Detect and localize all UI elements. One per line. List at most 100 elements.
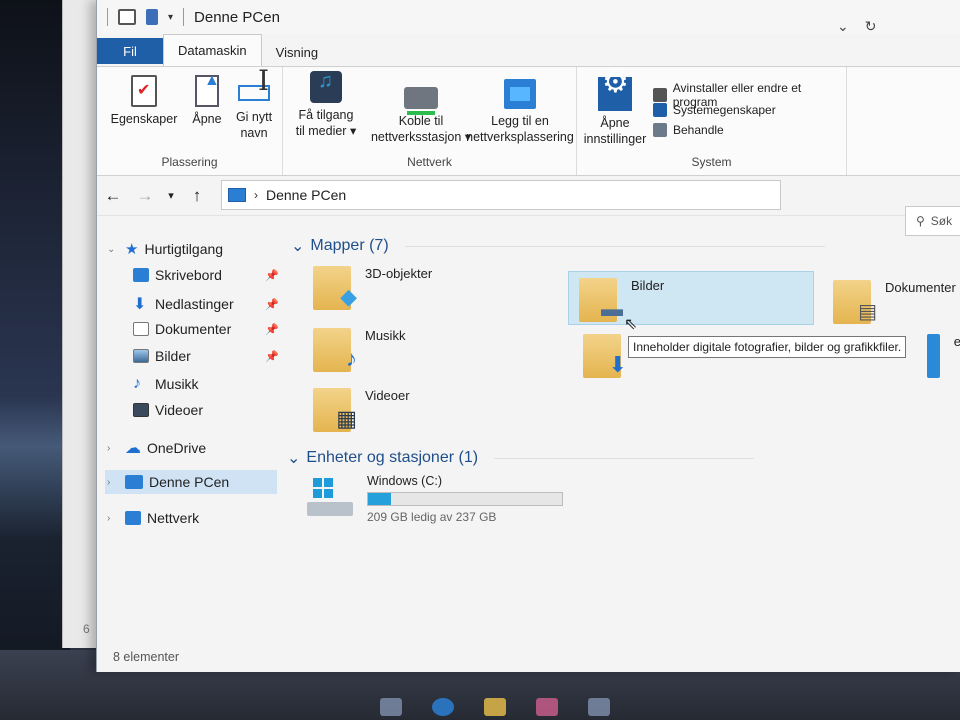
mouse-cursor-icon: ⇖: [624, 316, 638, 333]
pin-icon[interactable]: 📌: [265, 298, 279, 311]
sidebar-item-label: Skrivebord: [155, 267, 222, 283]
expand-icon[interactable]: ›: [107, 443, 119, 454]
folder-dokumenter[interactable]: ▤ Dokumenter: [833, 280, 960, 324]
sidebar-item-nedlastinger[interactable]: ⬇ Nedlastinger 📌: [133, 294, 283, 314]
edge-icon[interactable]: [432, 698, 454, 716]
sidebar-item-label: Bilder: [155, 348, 191, 364]
expand-icon[interactable]: ›: [107, 513, 119, 524]
sidebar-item-musikk[interactable]: ♪ Musikk: [133, 375, 199, 393]
store-icon[interactable]: [536, 698, 558, 716]
drive-name: Windows (C:): [367, 474, 443, 488]
folder-nedlastinger[interactable]: ⬇: [583, 334, 627, 378]
folders-header[interactable]: ⌄ Mapper (7): [291, 236, 825, 256]
sidebar-item-this-pc[interactable]: › Denne PCen: [105, 470, 277, 494]
sidebar-item-dokumenter[interactable]: Dokumenter 📌: [133, 321, 283, 337]
folder-label: Dokumenter: [885, 280, 956, 295]
folder-bilder[interactable]: ▬ Bilder: [568, 271, 814, 325]
collapse-icon[interactable]: ⌄: [107, 244, 119, 255]
navigation-pane: ⌄ ★ Hurtigtilgang Skrivebord 📌 ⬇ Nedlast…: [97, 236, 279, 636]
ribbon: Egenskaper Åpne Gi nytt navn Plassering …: [97, 66, 960, 176]
manage-button[interactable]: Behandle: [653, 123, 724, 137]
sidebar-item-bilder[interactable]: Bilder 📌: [133, 348, 283, 364]
add-network-location-button[interactable]: Legg til en nettverksplassering: [463, 79, 577, 145]
tab-datamaskin[interactable]: Datamaskin: [163, 34, 262, 66]
breadcrumb-separator-icon[interactable]: ›: [254, 188, 258, 202]
pin-icon[interactable]: 📌: [265, 323, 279, 336]
video-icon: [133, 403, 149, 417]
mail-icon[interactable]: [588, 698, 610, 716]
background-window-text: 6: [83, 622, 90, 636]
divider: [404, 245, 825, 247]
rename-label: Gi nytt: [235, 110, 273, 124]
drive-info: Windows (C:) 209 GB ledig av 237 GB: [367, 474, 563, 524]
refresh-icon[interactable]: ↻: [865, 18, 877, 35]
open-settings-button[interactable]: Åpne innstillinger: [583, 75, 647, 147]
cube-icon: ◆: [340, 284, 357, 309]
pictures-icon: [133, 349, 149, 363]
document-icon: [133, 322, 149, 336]
content-pane: ⌄ Mapper (7) ◆ 3D-objekter ▬ Bilder ▤ Do…: [287, 236, 960, 656]
collapse-icon[interactable]: ⌄: [291, 236, 304, 256]
sidebar-item-label: Nettverk: [147, 510, 200, 526]
up-arrow-icon[interactable]: ↑: [181, 186, 213, 206]
collapse-icon[interactable]: ⌄: [287, 448, 300, 468]
folder-label: ebord: [954, 334, 960, 349]
media-access-label-2: til medier ▾: [295, 124, 357, 138]
expand-icon[interactable]: ›: [107, 477, 119, 488]
music-note-icon: ♪: [346, 346, 357, 371]
pin-icon[interactable]: 📌: [265, 269, 279, 282]
drive-windows-c[interactable]: Windows (C:) 209 GB ledig av 237 GB: [307, 474, 563, 524]
address-dropdown-icon[interactable]: ⌄: [837, 18, 849, 35]
folder-quick-icon[interactable]: [146, 9, 158, 25]
rename-button[interactable]: Gi nytt navn: [229, 73, 279, 141]
system-properties-icon: [653, 103, 667, 117]
properties-quick-icon[interactable]: [118, 9, 136, 25]
map-drive-button[interactable]: Koble til nettverksstasjon ▾: [369, 77, 473, 145]
drive-free-space: 209 GB ledig av 237 GB: [367, 510, 497, 524]
folder-icon: ♪: [313, 328, 357, 372]
devices-header[interactable]: ⌄ Enheter og stasjoner (1): [287, 448, 755, 468]
search-input[interactable]: ⚲ Søk: [905, 206, 960, 236]
tab-visning[interactable]: Visning: [262, 39, 332, 66]
open-icon: [195, 73, 220, 107]
music-note-icon: ♪: [133, 375, 141, 392]
recent-locations-chevron-icon[interactable]: ▾: [161, 189, 181, 202]
file-explorer-icon[interactable]: [484, 698, 506, 716]
folder-tooltip: Inneholder digitale fotografier, bilder …: [628, 336, 907, 358]
manage-icon: [653, 123, 667, 137]
sidebar-item-skrivebord[interactable]: Skrivebord 📌: [133, 267, 283, 283]
task-view-icon[interactable]: [380, 698, 402, 716]
chevron-down-icon[interactable]: ▾: [168, 12, 173, 23]
media-access-button[interactable]: Få tilgang til medier ▾: [289, 71, 363, 139]
computer-icon: [125, 475, 143, 489]
pin-icon[interactable]: 📌: [265, 350, 279, 363]
network-location-icon: [504, 79, 536, 109]
properties-button[interactable]: Egenskaper: [107, 75, 181, 127]
sidebar-item-quick-access[interactable]: ⌄ ★ Hurtigtilgang: [107, 240, 223, 258]
sidebar-item-label: Nedlastinger: [155, 296, 234, 312]
window-title: Denne PCen: [194, 8, 280, 26]
cloud-icon: ☁: [125, 440, 141, 457]
folder-videoer[interactable]: ▦ Videoer: [313, 388, 533, 432]
folder-3d-objekter[interactable]: ◆ 3D-objekter: [313, 266, 533, 310]
breadcrumb[interactable]: Denne PCen: [266, 187, 346, 203]
folder-label: Musikk: [365, 328, 406, 343]
tab-fil[interactable]: Fil: [97, 38, 163, 64]
address-box[interactable]: › Denne PCen: [221, 180, 781, 210]
sidebar-item-label: Videoer: [155, 402, 204, 418]
drive-usage-bar: [367, 492, 563, 506]
forward-arrow-icon[interactable]: →: [129, 186, 161, 206]
sidebar-item-videoer[interactable]: Videoer: [133, 402, 203, 418]
system-properties-button[interactable]: Systemegenskaper: [653, 103, 776, 117]
sidebar-item-label: Hurtigtilgang: [144, 241, 224, 257]
folder-skrivebord[interactable]: ebord: [927, 334, 960, 378]
sidebar-item-onedrive[interactable]: › ☁ OneDrive: [107, 438, 206, 458]
address-tools: ⌄ ↻: [837, 18, 876, 35]
folder-musikk[interactable]: ♪ Musikk: [313, 328, 533, 372]
open-button[interactable]: Åpne: [187, 73, 227, 127]
group-label-system: System: [691, 155, 732, 169]
sidebar-item-nettverk[interactable]: › Nettverk: [107, 510, 199, 526]
folders-header-label: Mapper (7): [310, 237, 389, 254]
open-settings-label-2: innstillinger: [583, 132, 647, 146]
back-arrow-icon[interactable]: ←: [97, 186, 129, 206]
